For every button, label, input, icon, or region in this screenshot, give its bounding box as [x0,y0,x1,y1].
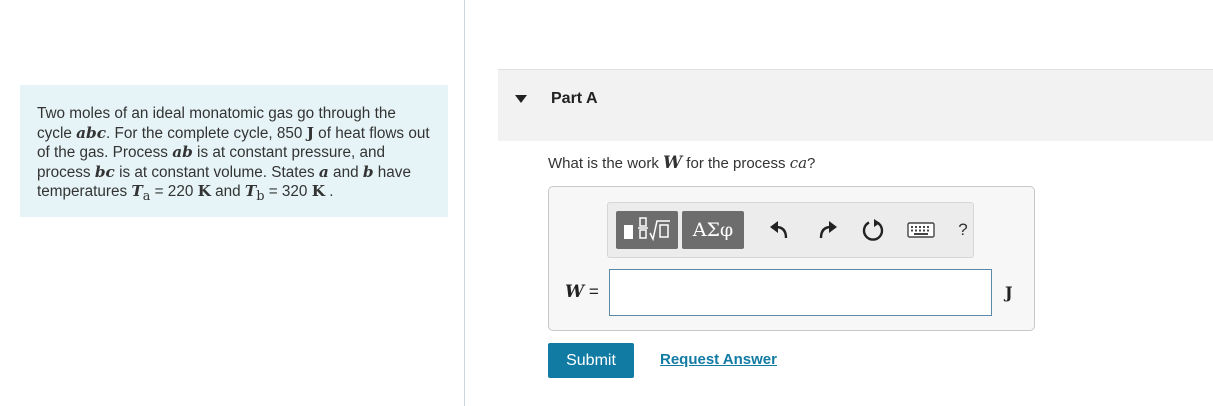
process-bc: bc [94,162,115,181]
kelvin-unit: K [197,182,211,200]
collapse-triangle-icon[interactable] [515,95,527,103]
problem-statement: Two moles of an ideal monatomic gas go t… [20,85,448,217]
cycle-variable: abc [76,123,107,142]
temperature-a-value: = 220 [150,183,198,200]
problem-text: . For the complete cycle, 850 [106,124,307,142]
work-variable: W [663,153,683,173]
templates-button[interactable] [616,211,678,249]
math-toolbar: ΑΣφ ? [607,202,974,258]
greek-symbols-button[interactable]: ΑΣφ [682,211,744,249]
problem-text: is at constant volume. States [114,163,319,181]
request-answer-link[interactable]: Request Answer [660,351,777,368]
part-a-header[interactable]: Part A [498,69,1213,141]
templates-icon [624,217,670,242]
reset-button[interactable] [858,215,888,245]
redo-button[interactable] [813,215,841,245]
work-variable: W [565,282,585,302]
problem-text: . [325,183,334,200]
question-text: What is the work W for the process ca? [548,153,815,173]
temperature-b-value: = 320 [264,183,312,200]
keyboard-icon [907,222,935,238]
question-text-part: ? [807,155,816,172]
state-b: b [362,162,374,181]
question-text-part: for the process [682,155,790,172]
reset-icon [862,219,884,241]
undo-button[interactable] [766,215,794,245]
answer-input[interactable] [609,269,992,316]
keyboard-button[interactable] [904,215,938,245]
temperature-a-symbol: T [131,182,143,200]
answer-variable-label: W = [565,282,599,302]
answer-unit: J [1005,283,1013,302]
redo-icon [819,221,837,239]
process-ca: ca [789,154,808,172]
problem-text: and [210,183,245,200]
question-text-part: What is the work [548,155,664,172]
undo-icon [770,221,788,239]
temperature-b-symbol: T [244,182,257,200]
process-ab: ab [172,143,193,161]
help-button[interactable]: ? [954,215,972,245]
help-label: ? [958,220,968,239]
column-divider [464,0,465,406]
problem-text: and [328,163,363,181]
heat-unit: J [306,123,314,142]
submit-button[interactable]: Submit [548,343,634,378]
greek-symbols-label: ΑΣφ [692,219,734,241]
part-title: Part A [551,90,598,107]
kelvin-unit: K [311,182,325,200]
state-a: a [318,162,329,181]
answer-box: ΑΣφ ? W = J [548,186,1035,331]
equals-sign: = [584,282,599,301]
